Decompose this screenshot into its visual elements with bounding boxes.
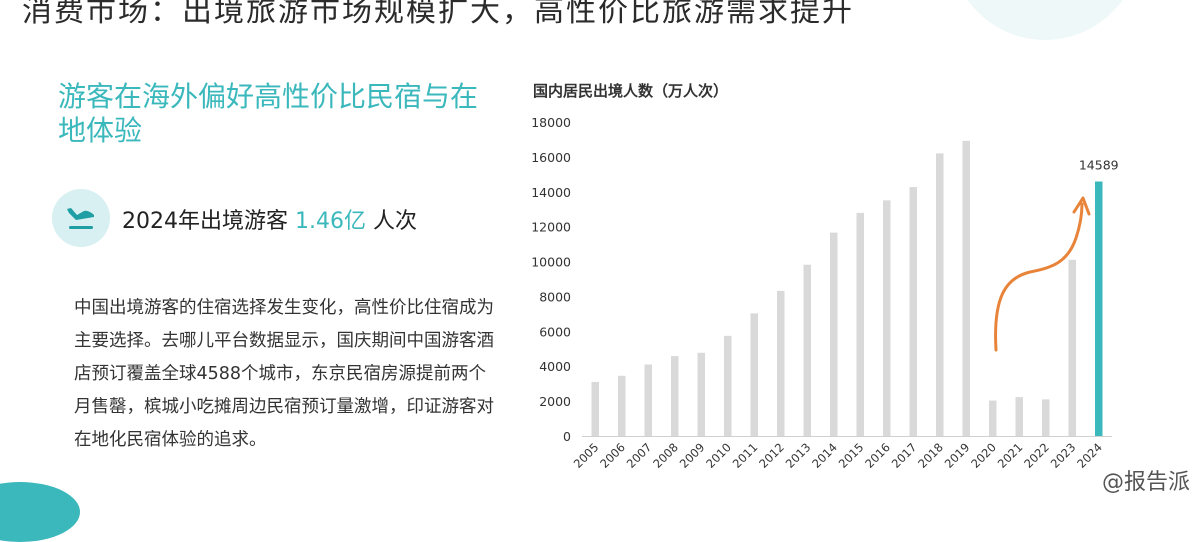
watermark: @报告派 — [1101, 470, 1190, 495]
bar — [1015, 397, 1023, 436]
x-tick-label: 2015 — [836, 440, 867, 471]
bar — [750, 313, 758, 436]
bar — [777, 290, 785, 436]
x-tick-label: 2014 — [809, 440, 840, 471]
bar — [697, 352, 705, 436]
y-tick-label: 2000 — [539, 394, 571, 409]
x-tick-label: 2007 — [624, 440, 655, 471]
bar-chart: 0 2000 4000 6000 8000 10000 12000 14000 16000 180… — [531, 115, 1119, 471]
bar — [803, 264, 811, 436]
x-tick-label: 2005 — [571, 440, 602, 471]
bar — [591, 381, 599, 436]
bar — [883, 200, 891, 436]
bar — [856, 212, 864, 436]
bar — [618, 375, 626, 436]
bar — [909, 187, 917, 436]
x-tick-label: 2010 — [703, 440, 734, 471]
y-tick-label: 4000 — [539, 359, 571, 374]
bar — [1068, 259, 1076, 436]
x-tick-label: 2023 — [1048, 440, 1079, 471]
y-tick-label: 14000 — [531, 185, 571, 200]
x-tick-label: 2016 — [862, 440, 893, 471]
y-tick-label: 8000 — [539, 289, 571, 304]
bar-highlight — [1095, 181, 1103, 436]
x-tick-label: 2021 — [995, 440, 1026, 471]
bar — [830, 232, 838, 436]
x-tick-label: 2018 — [915, 440, 946, 471]
y-tick-label: 6000 — [539, 324, 571, 339]
x-tick-label: 2013 — [783, 440, 814, 471]
bar — [936, 153, 944, 436]
x-tick-label: 2006 — [597, 440, 628, 471]
x-tick-label: 2017 — [889, 440, 920, 471]
x-tick-label: 2022 — [1021, 440, 1052, 471]
bar — [1042, 399, 1050, 436]
bar — [724, 335, 732, 436]
y-tick-label: 12000 — [531, 220, 571, 235]
bar — [671, 356, 679, 436]
x-tick-label: 2024 — [1074, 440, 1105, 471]
data-label-2024: 14589 — [1079, 158, 1119, 173]
x-tick-label: 2011 — [730, 440, 761, 471]
x-tick-label: 2009 — [677, 440, 708, 471]
y-tick-label: 18000 — [531, 115, 571, 130]
bar — [989, 400, 997, 436]
x-tick-label: 2012 — [756, 440, 787, 471]
y-tick-label: 16000 — [531, 150, 571, 165]
x-tick-label: 2019 — [942, 440, 973, 471]
x-tick-label: 2008 — [650, 440, 681, 471]
x-tick-label: 2020 — [968, 440, 999, 471]
y-tick-label: 0 — [563, 429, 571, 444]
bar — [962, 140, 970, 436]
bar — [644, 364, 652, 436]
y-tick-label: 10000 — [531, 255, 571, 270]
